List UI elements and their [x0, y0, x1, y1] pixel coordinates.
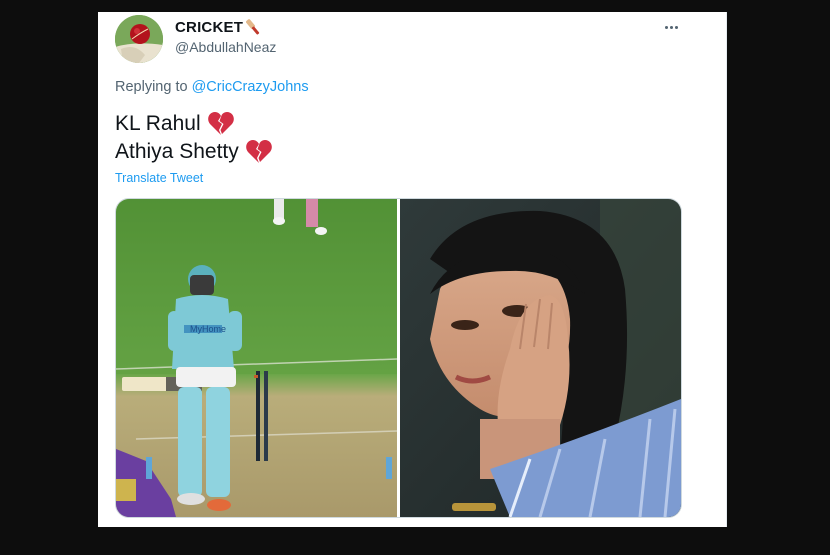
- cricket-ball-avatar-icon: [115, 15, 163, 63]
- spectator-photo: [400, 199, 681, 517]
- cricketer-photo: MyHome: [116, 199, 397, 517]
- broken-heart-icon: [245, 140, 272, 163]
- tweet-line: Athiya Shetty: [115, 138, 273, 166]
- tweet-text: KL Rahul Athiya Shetty: [115, 110, 273, 166]
- tweet-line: KL Rahul: [115, 110, 273, 138]
- tweet-card: CRICKET @AbdullahNeaz Replying to @CricC…: [98, 12, 727, 527]
- tweet-line-text: Athiya Shetty: [115, 140, 239, 163]
- translate-tweet-link[interactable]: Translate Tweet: [115, 171, 203, 185]
- author-handle[interactable]: @AbdullahNeaz: [175, 39, 276, 55]
- jersey-text: MyHome: [190, 324, 226, 334]
- tweet-media[interactable]: MyHome: [115, 198, 682, 518]
- replying-prefix: Replying to: [115, 79, 188, 95]
- replying-to: Replying to @CricCrazyJohns: [115, 79, 309, 95]
- more-icon-dot: [669, 25, 673, 29]
- avatar[interactable]: [115, 15, 163, 63]
- photo-cricketer[interactable]: MyHome: [116, 199, 397, 517]
- broken-heart-icon: [207, 112, 234, 135]
- author-name-row: CRICKET: [175, 18, 264, 36]
- more-options-button[interactable]: [658, 17, 684, 37]
- more-icon: [664, 25, 668, 29]
- display-name[interactable]: CRICKET: [175, 19, 243, 36]
- cricket-bat-icon: [246, 19, 260, 35]
- tweet-line-text: KL Rahul: [115, 112, 201, 135]
- replying-to-link[interactable]: @CricCrazyJohns: [192, 79, 309, 95]
- photo-spectator[interactable]: [400, 199, 681, 517]
- more-icon-dot: [674, 25, 678, 29]
